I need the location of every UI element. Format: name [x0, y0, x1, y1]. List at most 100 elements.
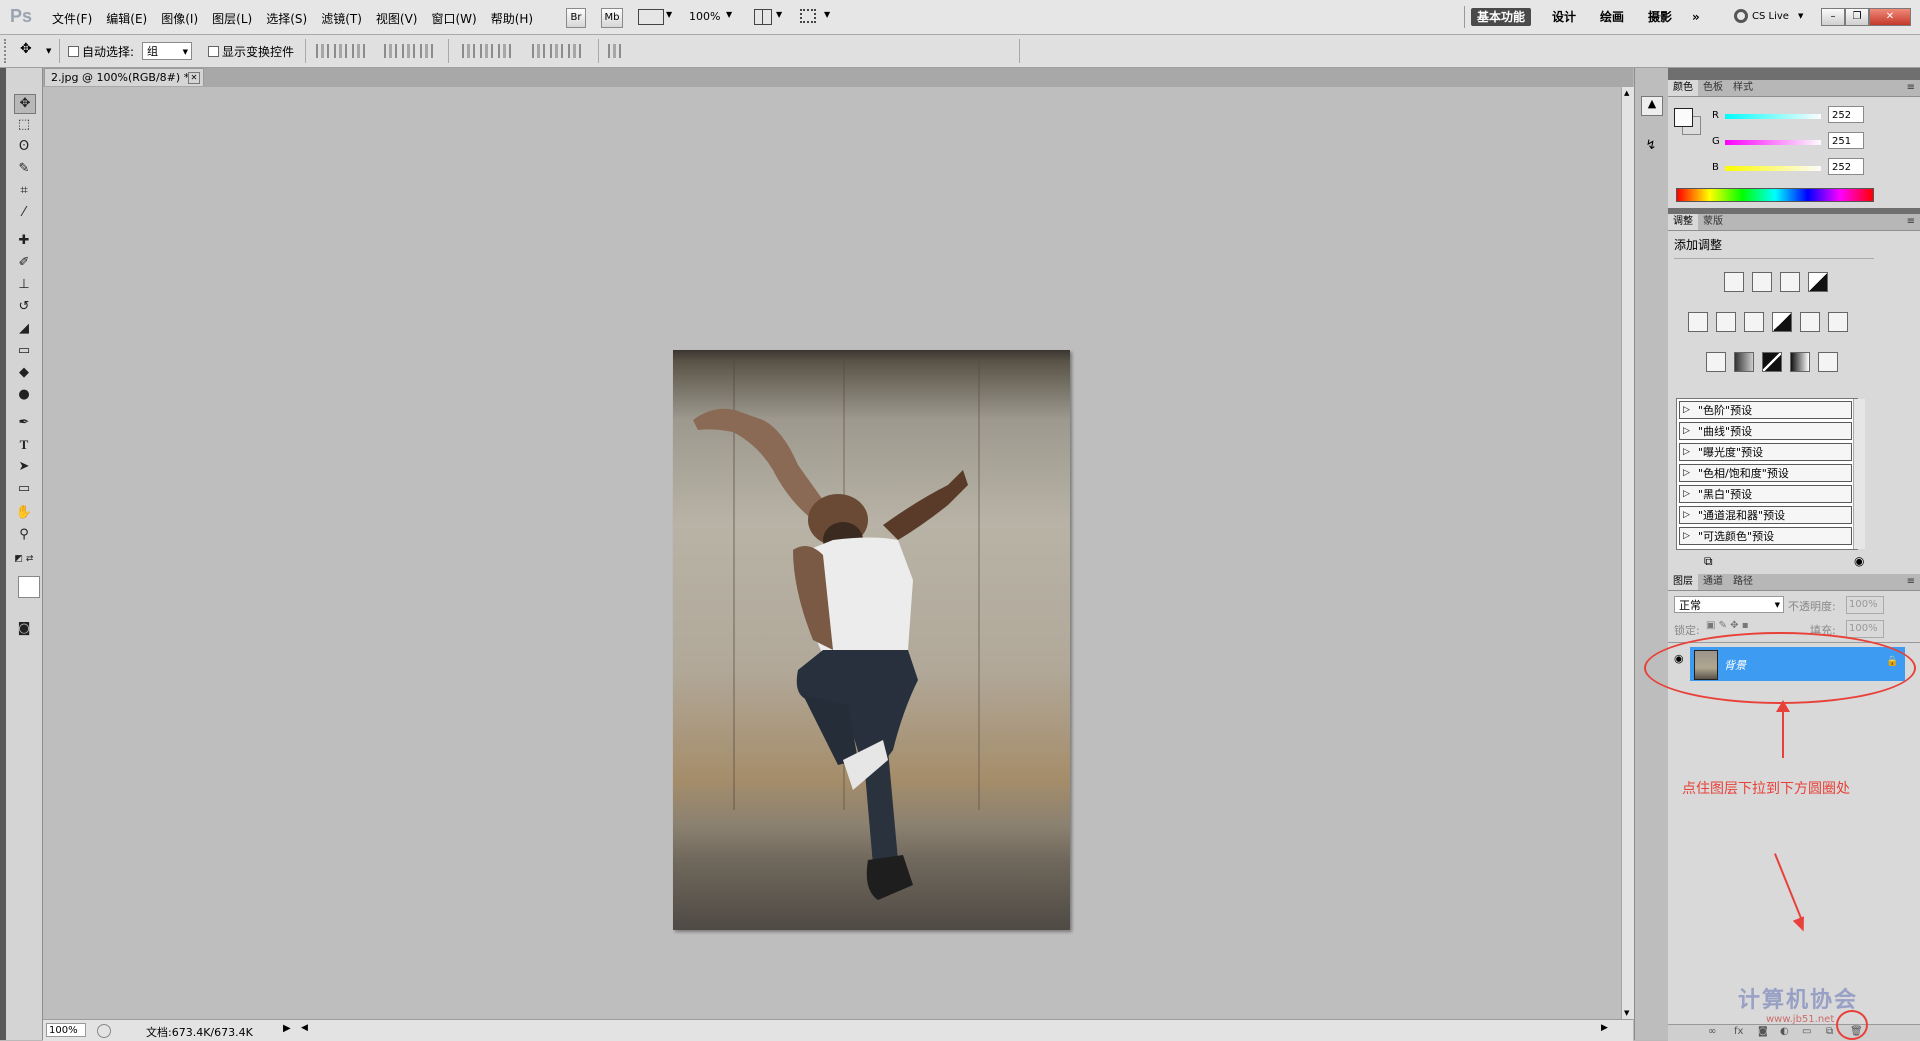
tab-paths[interactable]: 路径	[1728, 574, 1758, 590]
quick-select-tool-icon[interactable]: ✎	[14, 160, 34, 178]
red-slider[interactable]	[1725, 114, 1821, 119]
scroll-left-arrow-icon[interactable]: ◀	[301, 1023, 308, 1033]
auto-align-button[interactable]	[608, 44, 622, 58]
layer-style-icon[interactable]: fx	[1734, 1026, 1743, 1037]
preset-exposure[interactable]: "曝光度"预设	[1679, 443, 1852, 461]
brightness-contrast-icon[interactable]	[1724, 272, 1744, 292]
workspace-more[interactable]: »	[1686, 8, 1706, 26]
zoom-tool-icon[interactable]: ⚲	[14, 526, 34, 544]
presets-scrollbar[interactable]	[1853, 399, 1865, 549]
align-bottom-icon[interactable]	[352, 44, 366, 58]
curves-icon[interactable]	[1780, 272, 1800, 292]
clip-to-layer-icon[interactable]: ⧉	[1704, 554, 1713, 569]
history-panel-icon[interactable]: ↯	[1641, 138, 1661, 156]
blur-tool-icon[interactable]: ◆	[14, 364, 34, 382]
zoom-level[interactable]: 100%	[689, 10, 720, 23]
brush-tool-icon[interactable]: ✐	[14, 254, 34, 272]
lasso-tool-icon[interactable]: ʘ	[14, 138, 34, 156]
preset-selective-color[interactable]: "可选颜色"预设	[1679, 527, 1852, 545]
align-vcenter-icon[interactable]	[334, 44, 348, 58]
adjustment-layer-icon[interactable]: ◐	[1780, 1026, 1789, 1037]
menu-select[interactable]: 选择(S)	[266, 10, 307, 27]
workspace-painting[interactable]: 绘画	[1594, 8, 1630, 26]
tab-layers[interactable]: 图层	[1668, 574, 1698, 590]
exposure-icon[interactable]	[1808, 272, 1828, 292]
invert-icon[interactable]	[1706, 352, 1726, 372]
distribute-buttons[interactable]	[462, 44, 512, 58]
color-spectrum-bar[interactable]	[1676, 188, 1874, 202]
arrange-documents-icon[interactable]	[754, 9, 772, 25]
green-slider[interactable]	[1725, 140, 1821, 145]
menu-filter[interactable]: 滤镜(T)	[321, 10, 362, 27]
close-button[interactable]: ✕	[1869, 8, 1911, 26]
cs-live-label[interactable]: CS Live	[1752, 11, 1789, 22]
distribute-vcenter-icon[interactable]	[480, 44, 494, 58]
chevron-down-icon[interactable]: ▼	[824, 10, 830, 19]
pen-tool-icon[interactable]: ✒	[14, 414, 34, 432]
menu-window[interactable]: 窗口(W)	[431, 10, 476, 27]
scroll-down-arrow-icon[interactable]: ▼	[1624, 1009, 1629, 1017]
levels-icon[interactable]	[1752, 272, 1772, 292]
distribute-hcenter-icon[interactable]	[550, 44, 564, 58]
dodge-tool-icon[interactable]: ●	[14, 386, 34, 404]
menu-edit[interactable]: 编辑(E)	[106, 10, 147, 27]
channel-mixer-icon[interactable]	[1828, 312, 1848, 332]
link-layers-icon[interactable]: ∞	[1708, 1026, 1716, 1037]
scroll-right-arrow-icon[interactable]: ▶	[1601, 1023, 1608, 1033]
tab-channels[interactable]: 通道	[1698, 574, 1728, 590]
shape-tool-icon[interactable]: ▭	[14, 480, 34, 498]
minimize-button[interactable]: –	[1821, 8, 1845, 26]
bridge-button[interactable]: Br	[566, 8, 586, 28]
panel-menu-icon[interactable]: ≡	[1902, 574, 1920, 590]
opacity-field[interactable]: 100%	[1846, 596, 1884, 614]
marquee-tool-icon[interactable]: ⬚	[14, 116, 34, 134]
align-buttons[interactable]	[316, 44, 366, 58]
chevron-down-icon[interactable]: ▼	[666, 10, 672, 19]
preset-curves[interactable]: "曲线"预设	[1679, 422, 1852, 440]
auto-select-checkbox[interactable]	[68, 44, 79, 58]
fill-field[interactable]: 100%	[1846, 620, 1884, 638]
align-top-icon[interactable]	[316, 44, 330, 58]
color-foreground-swatch[interactable]	[1674, 108, 1693, 127]
preset-channel-mixer[interactable]: "通道混和器"预设	[1679, 506, 1852, 524]
auto-align-icon[interactable]	[608, 44, 622, 58]
add-mask-icon[interactable]: ◙	[1758, 1026, 1768, 1037]
chevron-down-icon[interactable]: ▼	[726, 10, 732, 19]
grip-handle[interactable]	[4, 39, 12, 63]
path-select-tool-icon[interactable]: ➤	[14, 458, 34, 476]
tab-styles[interactable]: 样式	[1728, 80, 1758, 96]
posterize-icon[interactable]	[1734, 352, 1754, 372]
document-image[interactable]	[673, 350, 1070, 930]
distribute-top-icon[interactable]	[462, 44, 476, 58]
canvas-area[interactable]	[43, 87, 1621, 1019]
new-group-icon[interactable]: ▭	[1802, 1026, 1811, 1037]
color-balance-icon[interactable]	[1744, 312, 1764, 332]
align-right-icon[interactable]	[420, 44, 434, 58]
show-transform-checkbox[interactable]	[208, 44, 219, 58]
preset-levels[interactable]: "色阶"预设	[1679, 401, 1852, 419]
distribute-left-icon[interactable]	[532, 44, 546, 58]
tab-swatches[interactable]: 色板	[1698, 80, 1728, 96]
gradient-tool-icon[interactable]: ▭	[14, 342, 34, 360]
close-icon[interactable]: ✕	[188, 72, 200, 84]
vertical-scrollbar[interactable]: ▲ ▼	[1621, 87, 1634, 1019]
cs-live-icon[interactable]	[1734, 9, 1748, 23]
history-brush-tool-icon[interactable]: ↺	[14, 298, 34, 316]
distribute-h-buttons[interactable]	[532, 44, 582, 58]
hand-tool-icon[interactable]: ✋	[14, 504, 34, 522]
lock-icons[interactable]: ▣ ✎ ✥ ▪	[1706, 620, 1749, 631]
black-white-icon[interactable]	[1772, 312, 1792, 332]
gradient-map-icon[interactable]	[1790, 352, 1810, 372]
crop-tool-icon[interactable]: ⌗	[14, 182, 34, 200]
default-colors-icon[interactable]: ◩ ⇄	[14, 550, 34, 568]
menu-layer[interactable]: 图层(L)	[212, 10, 252, 27]
screen-mode-icon[interactable]	[800, 9, 816, 23]
menu-file[interactable]: 文件(F)	[52, 10, 92, 27]
preset-hue-saturation[interactable]: "色相/饱和度"预设	[1679, 464, 1852, 482]
quick-mask-icon[interactable]: ◙	[14, 620, 34, 638]
document-tab[interactable]: 2.jpg @ 100%(RGB/8#) * ✕	[44, 68, 204, 86]
workspace-photography[interactable]: 摄影	[1642, 8, 1678, 26]
status-menu-arrow-icon[interactable]: ▶	[283, 1023, 291, 1034]
blue-slider[interactable]	[1725, 166, 1821, 171]
tab-masks[interactable]: 蒙版	[1698, 214, 1728, 230]
